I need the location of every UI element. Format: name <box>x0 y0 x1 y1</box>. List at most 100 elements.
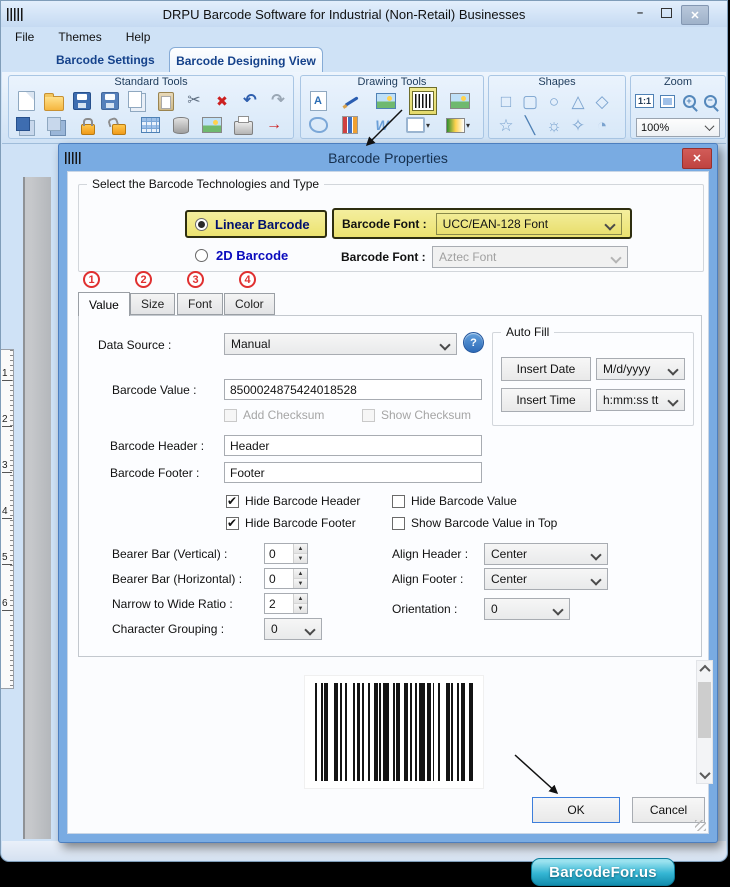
image-tool-icon[interactable] <box>375 90 397 112</box>
menu-file[interactable]: File <box>15 30 34 44</box>
line-shape-icon[interactable]: ╲ <box>519 114 541 136</box>
redo-icon[interactable]: ↷ <box>267 90 289 112</box>
help-button[interactable]: ? <box>463 332 484 353</box>
spin-up-icon[interactable]: ▲ <box>294 569 307 579</box>
actual-size-icon[interactable]: 1:1 <box>635 94 655 108</box>
spin-down-icon[interactable]: ▼ <box>294 604 307 613</box>
pencil-tool-icon[interactable] <box>341 90 363 112</box>
zoom-in-icon[interactable] <box>681 90 697 112</box>
triangle-shape-icon[interactable]: △ <box>567 90 589 112</box>
print-icon[interactable] <box>232 114 254 136</box>
spin-up-icon[interactable]: ▲ <box>294 594 307 604</box>
hide-barcode-footer-checkbox[interactable] <box>226 516 239 530</box>
bearer-bar-horizontal-spinner[interactable]: 0 ▲ ▼ <box>264 568 308 589</box>
hide-barcode-footer-option[interactable]: Hide Barcode Footer <box>226 516 356 530</box>
copy-icon[interactable] <box>127 90 149 112</box>
save-icon[interactable] <box>71 90 93 112</box>
frame-tool-icon[interactable]: ▾ <box>403 114 433 136</box>
minimize-button[interactable]: – <box>631 5 649 21</box>
ellipse-shape-icon[interactable]: ○ <box>543 90 565 112</box>
hide-barcode-value-option[interactable]: Hide Barcode Value <box>392 494 517 508</box>
tab-font[interactable]: Font <box>177 293 224 315</box>
bearer-bar-vertical-spinner[interactable]: 0 ▲ ▼ <box>264 543 308 564</box>
narrow-wide-ratio-spinner[interactable]: 2 ▲ ▼ <box>264 593 308 614</box>
delete-icon[interactable]: ✖ <box>211 90 233 112</box>
align-footer-combo[interactable]: Center <box>484 568 608 590</box>
text-tool-icon[interactable]: A <box>307 90 329 112</box>
paste-icon[interactable] <box>155 90 177 112</box>
date-format-combo[interactable]: M/d/yyyy <box>596 358 685 380</box>
dialog-close-button[interactable]: ✕ <box>682 148 712 169</box>
time-format-combo[interactable]: h:mm:ss tt <box>596 389 685 411</box>
align-header-combo[interactable]: Center <box>484 543 608 565</box>
zoom-out-icon[interactable] <box>702 90 718 112</box>
character-grouping-combo[interactable]: 0 <box>264 618 322 640</box>
tab-barcode-designing-view[interactable]: Barcode Designing View <box>169 47 323 73</box>
show-barcode-value-top-checkbox[interactable] <box>392 516 405 530</box>
diamond-shape-icon[interactable]: ◇ <box>591 90 613 112</box>
undo-icon[interactable]: ↶ <box>239 90 261 112</box>
linear-barcode-radio[interactable] <box>195 217 208 231</box>
insert-date-button[interactable]: Insert Date <box>501 357 591 381</box>
menu-help[interactable]: Help <box>126 30 151 44</box>
barcode-header-input[interactable]: Header <box>224 435 482 456</box>
tab-value[interactable]: Value <box>78 292 130 316</box>
library-tool-icon[interactable] <box>339 114 361 136</box>
hide-barcode-header-checkbox[interactable] <box>226 494 239 508</box>
menu-themes[interactable]: Themes <box>58 30 101 44</box>
save-as-icon[interactable] <box>99 90 121 112</box>
hide-barcode-header-option[interactable]: Hide Barcode Header <box>226 494 360 508</box>
hide-barcode-value-checkbox[interactable] <box>392 494 405 508</box>
rectangle-shape-icon[interactable]: □ <box>495 90 517 112</box>
group-shapes: Shapes □ ▢ ○ △ ◇ ☆ ╲ ☼ ✧ ◔ <box>488 75 626 139</box>
zoom-level-combo[interactable]: 100% <box>636 118 720 137</box>
ok-button[interactable]: OK <box>532 797 620 823</box>
database-icon[interactable] <box>170 114 192 136</box>
gradient-tool-icon[interactable]: ▾ <box>443 114 473 136</box>
resize-grip[interactable] <box>695 820 706 831</box>
orientation-combo[interactable]: 0 <box>484 598 570 620</box>
show-checksum-checkbox <box>362 408 375 422</box>
window-close-button[interactable]: ✕ <box>681 5 709 25</box>
dialog-scrollbar[interactable] <box>696 660 713 784</box>
scroll-up-button[interactable] <box>697 661 712 677</box>
barcode-font-combo[interactable]: UCC/EAN-128 Font <box>435 212 622 235</box>
export-image-icon[interactable] <box>201 114 223 136</box>
bring-to-front-icon[interactable] <box>15 114 37 136</box>
data-source-combo[interactable]: Manual <box>224 333 457 355</box>
tab-barcode-settings[interactable]: Barcode Settings <box>56 53 155 67</box>
linear-barcode-option[interactable]: Linear Barcode <box>185 210 327 238</box>
open-file-icon[interactable] <box>43 90 65 112</box>
pie-shape-icon[interactable]: ◔ <box>591 114 613 136</box>
star-shape-icon[interactable]: ☆ <box>495 114 517 136</box>
rounded-rectangle-shape-icon[interactable]: ▢ <box>519 90 541 112</box>
spin-down-icon[interactable]: ▼ <box>294 554 307 563</box>
picture-tool-icon[interactable] <box>449 90 471 112</box>
twod-barcode-option[interactable]: 2D Barcode <box>195 248 288 263</box>
spin-up-icon[interactable]: ▲ <box>294 544 307 554</box>
barcode-tool-icon[interactable] <box>409 87 437 115</box>
unlock-icon[interactable] <box>108 114 130 136</box>
send-to-back-icon[interactable] <box>46 114 68 136</box>
autoshape-tool-icon[interactable] <box>307 114 329 136</box>
tab-size[interactable]: Size <box>130 293 176 315</box>
insert-time-button[interactable]: Insert Time <box>501 388 591 412</box>
maximize-button[interactable] <box>657 5 675 21</box>
show-barcode-value-top-option[interactable]: Show Barcode Value in Top <box>392 516 557 530</box>
new-document-icon[interactable] <box>15 90 37 112</box>
fit-to-window-icon[interactable] <box>659 90 676 112</box>
lock-icon[interactable] <box>77 114 99 136</box>
twod-barcode-radio[interactable] <box>195 249 208 262</box>
tab-color[interactable]: Color <box>224 293 275 315</box>
scroll-down-button[interactable] <box>697 767 712 783</box>
watermark-tool-icon[interactable]: W <box>371 114 393 136</box>
scrollbar-thumb[interactable] <box>698 682 711 738</box>
four-point-star-shape-icon[interactable]: ✧ <box>567 114 589 136</box>
barcode-footer-input[interactable]: Footer <box>224 462 482 483</box>
barcode-value-input[interactable]: 8500024875424018528 <box>224 379 482 400</box>
grid-icon[interactable] <box>139 114 161 136</box>
starburst-shape-icon[interactable]: ☼ <box>543 114 565 136</box>
spin-down-icon[interactable]: ▼ <box>294 579 307 588</box>
cut-icon[interactable]: ✂ <box>183 90 205 112</box>
exit-icon[interactable]: → <box>263 114 285 136</box>
